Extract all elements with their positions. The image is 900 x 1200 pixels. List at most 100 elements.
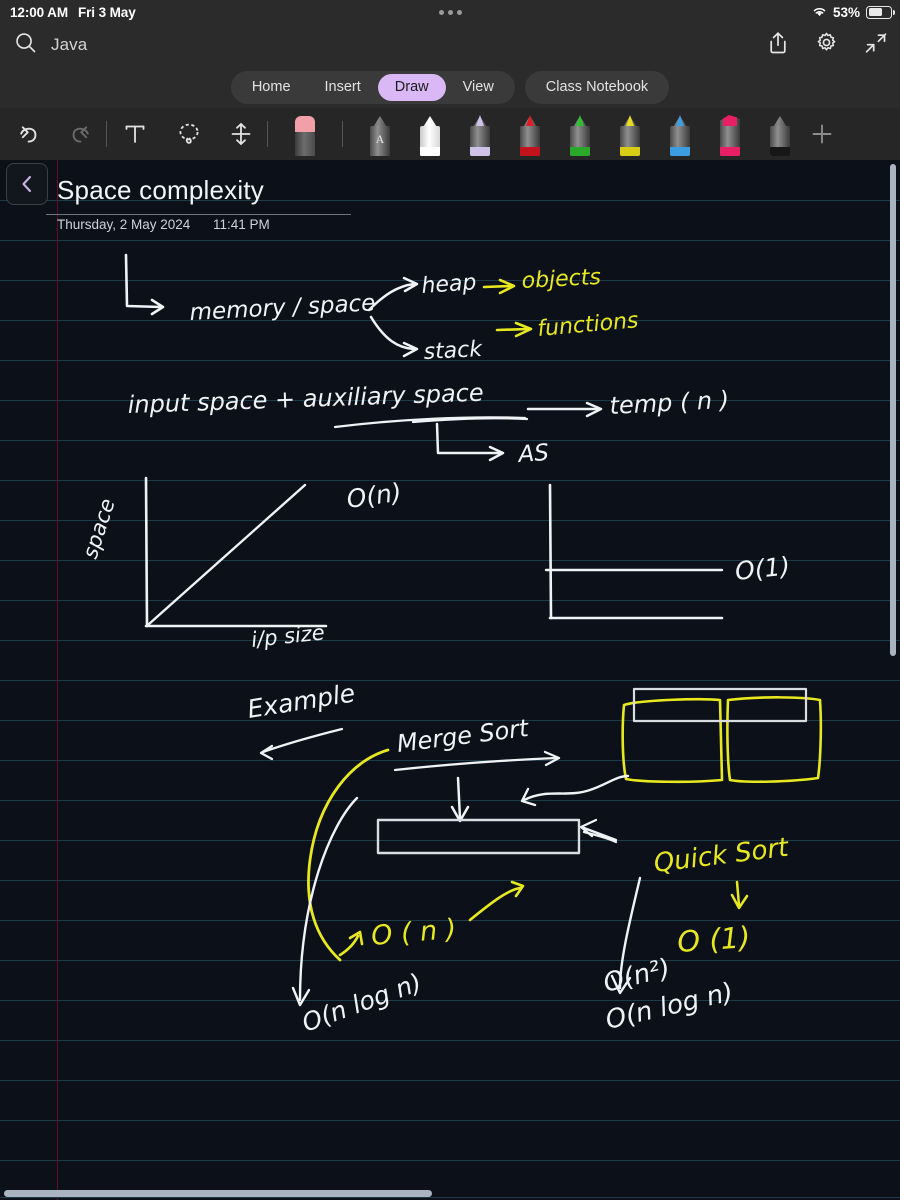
ink-heading-merge-sort: Merge Sort bbox=[395, 714, 531, 758]
wifi-icon bbox=[812, 6, 827, 18]
ink-label-merge-time: O(n log n) bbox=[298, 968, 425, 1038]
tab-view[interactable]: View bbox=[446, 74, 511, 101]
ink-arrow-stack-functions bbox=[495, 321, 533, 338]
ios-status-bar: 12:00 AM Fri 3 May 53% bbox=[0, 0, 900, 24]
ink-underline-example bbox=[259, 727, 344, 761]
ink-graph-right-axes bbox=[548, 483, 724, 620]
ink-arrow-merge-down bbox=[450, 776, 470, 823]
pen-yellow[interactable] bbox=[615, 112, 645, 156]
ink-heading-quick-sort: Quick Sort bbox=[652, 833, 791, 879]
search-icon[interactable] bbox=[14, 31, 37, 59]
pen-green-color-band bbox=[570, 147, 590, 156]
app-header-bar: Java bbox=[0, 24, 900, 66]
battery-icon bbox=[866, 5, 895, 19]
ink-label-stack: stack bbox=[423, 337, 484, 365]
status-bar-center bbox=[0, 9, 900, 15]
toolbar-divider-2 bbox=[267, 121, 268, 147]
horizontal-scrollbar[interactable] bbox=[4, 1190, 432, 1197]
page-title[interactable]: Space complexity bbox=[57, 175, 264, 206]
ink-arrow-to-aux-bar bbox=[579, 818, 618, 844]
gear-icon[interactable] bbox=[815, 31, 838, 59]
back-chevron-icon bbox=[22, 175, 32, 193]
undo-icon[interactable] bbox=[0, 120, 56, 148]
ink-yellow-arrow-on bbox=[338, 930, 364, 957]
pen-red[interactable] bbox=[515, 112, 545, 156]
pen-white-color-band bbox=[420, 147, 440, 156]
eraser-tool[interactable] bbox=[290, 112, 320, 156]
ink-expression-space: input space + auxiliary space bbox=[127, 379, 484, 419]
ribbon-tab-group: Home Insert Draw View bbox=[230, 70, 515, 104]
ink-arrow-heap bbox=[367, 276, 419, 312]
ink-label-merge-aux-on: O ( n ) bbox=[370, 914, 458, 952]
ink-label-as: AS bbox=[516, 440, 550, 468]
pen-black[interactable] bbox=[765, 112, 795, 156]
highlighter-color-band bbox=[720, 147, 740, 156]
status-bar-right: 53% bbox=[812, 4, 895, 20]
ink-graph-left-curve-label: O(n) bbox=[345, 478, 404, 514]
share-icon[interactable] bbox=[767, 31, 789, 60]
lasso-select-icon[interactable] bbox=[163, 120, 215, 148]
class-notebook-group: Class Notebook bbox=[524, 70, 670, 104]
pen-lavender-color-band bbox=[470, 147, 490, 156]
tab-draw[interactable]: Draw bbox=[377, 73, 446, 101]
ink-rect-merge-aux-array bbox=[376, 818, 581, 855]
ink-connector-squiggle bbox=[520, 774, 630, 807]
onenote-app-window: 12:00 AM Fri 3 May 53% Java Home Insert … bbox=[0, 0, 900, 1200]
pen-lavender[interactable] bbox=[465, 112, 495, 156]
toolbar-divider-3 bbox=[342, 121, 343, 147]
ink-label-objects: objects bbox=[521, 265, 601, 294]
vertical-scrollbar[interactable] bbox=[890, 164, 896, 656]
tab-class-notebook[interactable]: Class Notebook bbox=[529, 74, 665, 101]
ink-label-quick-aux: O (1) bbox=[676, 920, 751, 959]
ink-graph-left-ylabel: space bbox=[78, 496, 120, 562]
note-page-canvas[interactable]: Space complexity Thursday, 2 May 2024 11… bbox=[0, 160, 900, 1200]
eraser-body bbox=[295, 132, 315, 156]
search-area: Java bbox=[0, 31, 87, 59]
page-date-label[interactable]: Thursday, 2 May 2024 bbox=[57, 217, 190, 232]
collapse-icon[interactable] bbox=[864, 31, 888, 60]
ink-label-memory-space: memory / space bbox=[189, 290, 376, 326]
app-header-actions bbox=[767, 31, 888, 60]
ribbon-tab-bar: Home Insert Draw View Class Notebook bbox=[0, 66, 900, 108]
pen-blue[interactable] bbox=[665, 112, 695, 156]
ink-yellow-flick bbox=[468, 886, 522, 922]
ink-arrow-quick-down bbox=[730, 880, 749, 910]
ink-arrow-heap-objects bbox=[482, 278, 516, 295]
pencil-tool[interactable]: A bbox=[365, 112, 395, 156]
ink-arrow-merge-time bbox=[291, 796, 359, 1007]
draw-toolbar: A bbox=[0, 108, 900, 160]
pen-blue-color-band bbox=[670, 147, 690, 156]
text-tool-icon[interactable] bbox=[107, 121, 163, 147]
pencil-letter-a: A bbox=[375, 132, 385, 146]
highlighter-pink[interactable] bbox=[715, 112, 745, 156]
pen-white[interactable] bbox=[415, 112, 445, 156]
notebook-name-label[interactable]: Java bbox=[51, 35, 87, 55]
ink-group-memory-space bbox=[124, 253, 165, 316]
ink-arrow-stack bbox=[369, 315, 419, 358]
ink-arrow-as bbox=[435, 422, 505, 462]
ink-graph-left-curve bbox=[147, 483, 307, 626]
ink-graph-right-curve-label: O(1) bbox=[734, 551, 792, 586]
ink-underline-auxiliary bbox=[333, 416, 529, 429]
handwritten-ink-layer: memory / space heap objects stack functi… bbox=[78, 253, 823, 1038]
ink-arrow-temp bbox=[526, 401, 603, 418]
insert-space-icon[interactable] bbox=[215, 120, 267, 148]
battery-percent-label: 53% bbox=[832, 4, 860, 20]
ink-highlight-box-left bbox=[621, 697, 724, 784]
add-pen-icon[interactable] bbox=[795, 121, 849, 147]
tab-insert[interactable]: Insert bbox=[308, 74, 378, 101]
tab-home[interactable]: Home bbox=[235, 74, 308, 101]
ink-label-heap: heap bbox=[421, 270, 478, 299]
pen-red-color-band bbox=[520, 147, 540, 156]
pen-green[interactable] bbox=[565, 112, 595, 156]
ink-heading-example: Example bbox=[245, 678, 357, 724]
eraser-tip-icon bbox=[295, 116, 315, 132]
pen-black-color-band bbox=[770, 147, 790, 156]
redo-icon bbox=[56, 120, 106, 148]
ink-label-functions: functions bbox=[536, 308, 639, 342]
multitask-handle-icon[interactable] bbox=[438, 9, 462, 15]
title-underline bbox=[46, 214, 351, 215]
page-time-label[interactable]: 11:41 PM bbox=[213, 217, 270, 232]
ink-label-temp-n: temp ( n ) bbox=[609, 386, 730, 420]
back-navigation-button[interactable] bbox=[6, 163, 48, 205]
